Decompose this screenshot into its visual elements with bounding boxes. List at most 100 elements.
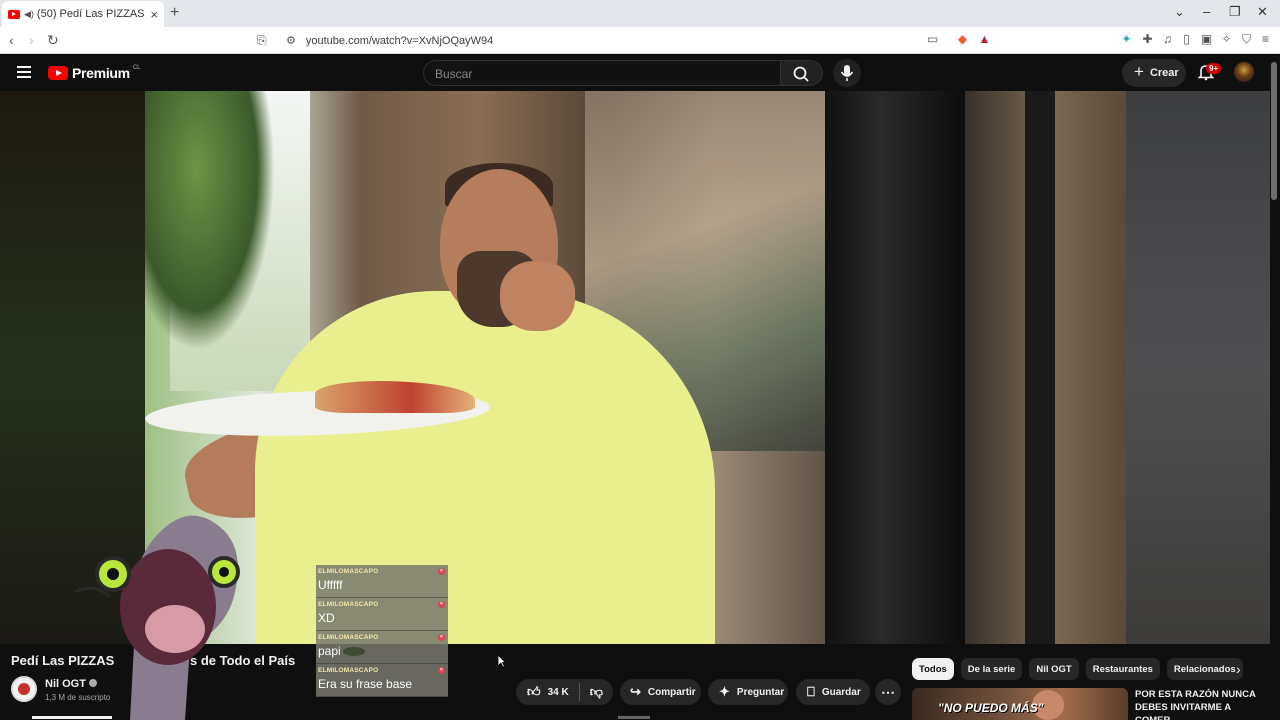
voice-search-button[interactable] bbox=[833, 59, 861, 87]
restore-icon[interactable]: ❐ bbox=[1229, 4, 1241, 20]
reload-icon[interactable]: ↻ bbox=[47, 32, 59, 49]
vpn-icon[interactable]: ⛉ bbox=[1240, 33, 1253, 46]
more-actions-button[interactable]: ⋯ bbox=[875, 679, 901, 705]
chevron-right-icon[interactable]: › bbox=[1236, 661, 1241, 677]
like-dislike-group: 👍︎ 34 K 👎︎ bbox=[516, 679, 613, 705]
forward-icon[interactable]: › bbox=[29, 32, 34, 48]
microphone-icon bbox=[840, 65, 854, 81]
notification-count-badge: 9+ bbox=[1206, 63, 1222, 74]
like-count[interactable]: 34 K bbox=[548, 687, 569, 698]
badge-icon: ✕ bbox=[438, 634, 445, 641]
browser-toolbar: ‹ › ↻ ⎘ ⚙ youtube.com/watch?v=XvNjOQayW9… bbox=[0, 27, 1280, 54]
chip-all[interactable]: Todos bbox=[912, 658, 954, 680]
chat-text: papi bbox=[318, 644, 341, 658]
chip-series[interactable]: De la serie bbox=[960, 658, 1023, 680]
chat-text: Ufffff bbox=[318, 578, 343, 592]
brave-shield-icon[interactable]: ◆ bbox=[956, 33, 969, 46]
youtube-premium-logo[interactable]: Premium CL bbox=[48, 65, 140, 81]
close-tab-icon[interactable]: × bbox=[150, 7, 158, 22]
account-avatar[interactable] bbox=[1234, 62, 1254, 82]
video-frame[interactable] bbox=[145, 91, 1126, 644]
dislike-icon[interactable]: 👎︎ bbox=[590, 684, 603, 700]
chat-username: ELMILOMASCAPO bbox=[318, 568, 379, 575]
video-title: Pedí Las PIZZAS bbox=[11, 653, 115, 668]
speaker-icon[interactable]: ◀) bbox=[24, 9, 34, 20]
channel-name-text: Nil OGT bbox=[45, 678, 86, 690]
scroll-indicator bbox=[618, 716, 650, 719]
channel-avatar[interactable] bbox=[11, 676, 37, 702]
leo-ai-icon[interactable]: ✧ bbox=[1220, 33, 1233, 46]
screen: ◀) (50) Pedí Las PIZZAS Más CAI × + ⌄ – … bbox=[0, 0, 1280, 720]
mouse-cursor-icon bbox=[497, 654, 506, 668]
badge-icon: ✕ bbox=[438, 568, 445, 575]
plus-icon: + bbox=[1134, 62, 1144, 81]
indicator-bar bbox=[32, 716, 112, 719]
recommended-thumbnail[interactable]: "NO PUEDO MÁS" bbox=[912, 688, 1128, 720]
back-icon[interactable]: ‹ bbox=[9, 32, 14, 48]
like-icon[interactable]: 👍︎ bbox=[527, 684, 541, 700]
address-field[interactable]: ⚙ youtube.com/watch?v=XvNjOQayW94 bbox=[278, 31, 998, 50]
url-text: youtube.com/watch?v=XvNjOQayW94 bbox=[305, 34, 494, 47]
chat-message: ELMILOMASCAPO Ufffff ✕ bbox=[316, 565, 448, 598]
chat-text: XD bbox=[318, 611, 335, 625]
browser-tab-strip: ◀) (50) Pedí Las PIZZAS Más CAI × + ⌄ – … bbox=[0, 0, 1280, 27]
sparkle-icon: ✦ bbox=[719, 684, 730, 699]
chat-username: ELMILOMASCAPO bbox=[318, 601, 379, 608]
share-button[interactable]: ↪ Compartir bbox=[620, 679, 701, 705]
wallet-icon[interactable]: ▣ bbox=[1200, 33, 1213, 46]
tab-title: (50) Pedí Las PIZZAS Más CAI bbox=[36, 8, 146, 20]
badge-icon: ✕ bbox=[438, 667, 445, 674]
share-icon: ↪ bbox=[630, 684, 641, 699]
scene-pillar-2 bbox=[1025, 91, 1055, 644]
new-tab-button[interactable]: + bbox=[170, 4, 179, 22]
scene-tree bbox=[145, 91, 275, 351]
channel-name[interactable]: Nil OGT bbox=[45, 678, 97, 690]
separator bbox=[578, 683, 580, 701]
stream-chat-overlay: ELMILOMASCAPO Ufffff ✕ ELMILOMASCAPO XD … bbox=[316, 565, 448, 697]
ask-button[interactable]: ✦ Preguntar bbox=[708, 679, 788, 705]
close-window-icon[interactable]: ✕ bbox=[1257, 4, 1268, 20]
minimize-icon[interactable]: – bbox=[1203, 4, 1210, 19]
page-scrollbar[interactable] bbox=[1271, 62, 1277, 200]
search-icon bbox=[793, 66, 809, 82]
scene-hand bbox=[500, 261, 575, 331]
more-icon: ⋯ bbox=[881, 683, 895, 700]
search-input[interactable]: Buscar bbox=[423, 60, 781, 86]
create-button[interactable]: + Crear bbox=[1122, 59, 1186, 87]
hamburger-menu-icon[interactable] bbox=[17, 66, 31, 78]
chat-username: ELMILOMASCAPO bbox=[318, 667, 379, 674]
recommendation-chips: Todos De la serie Nil OGT Restaurantes R… bbox=[912, 658, 1250, 682]
chip-channel[interactable]: Nil OGT bbox=[1029, 658, 1079, 680]
save-button[interactable]: ⎕ Guardar bbox=[796, 679, 870, 705]
tab-list-chevron-icon[interactable]: ⌄ bbox=[1174, 4, 1185, 20]
youtube-favicon-icon bbox=[8, 9, 20, 19]
rewards-triangle-icon[interactable]: ▲ bbox=[978, 33, 991, 46]
sidebar-icon[interactable]: ▯ bbox=[1180, 33, 1193, 46]
recommended-title[interactable]: POR ESTA RAZÓN NUNCA DEBES INVITARME A C… bbox=[1135, 688, 1265, 720]
site-info-icon[interactable]: ⚙ bbox=[286, 34, 296, 47]
create-label: Crear bbox=[1149, 67, 1179, 79]
puzzle-extension-icon[interactable]: ✚ bbox=[1141, 33, 1154, 46]
cast-icon[interactable]: ▭ bbox=[926, 33, 939, 46]
music-icon[interactable]: ♫ bbox=[1161, 33, 1174, 46]
chip-related[interactable]: Relacionados bbox=[1166, 658, 1243, 680]
chat-text: Era su frase base bbox=[318, 677, 413, 691]
chat-emote-icon bbox=[342, 647, 365, 657]
ask-label: Preguntar bbox=[736, 686, 785, 698]
share-label: Compartir bbox=[647, 686, 696, 698]
browser-tab[interactable]: ◀) (50) Pedí Las PIZZAS Más CAI × bbox=[2, 1, 164, 27]
youtube-logo-icon bbox=[48, 66, 68, 80]
bookmark-icon[interactable]: ⎘ bbox=[257, 33, 267, 48]
ambient-right bbox=[1126, 91, 1270, 644]
subscriber-count: 1,3 M de suscripto bbox=[45, 693, 111, 702]
chat-message: ELMILOMASCAPO papi ✕ bbox=[316, 631, 448, 664]
scene-pillar bbox=[825, 91, 965, 644]
menu-icon[interactable]: ≡ bbox=[1259, 33, 1272, 46]
translate-extension-icon[interactable]: ✦ bbox=[1120, 33, 1133, 46]
youtube-header: Premium CL Buscar + Crear bbox=[0, 54, 1280, 91]
logo-text: Premium bbox=[72, 65, 130, 81]
search-button[interactable] bbox=[781, 60, 823, 86]
bookmark-save-icon: ⎕ bbox=[807, 684, 815, 699]
chip-restaurants[interactable]: Restaurantes bbox=[1085, 658, 1160, 680]
chat-message: ELMILOMASCAPO XD ✕ bbox=[316, 598, 448, 631]
